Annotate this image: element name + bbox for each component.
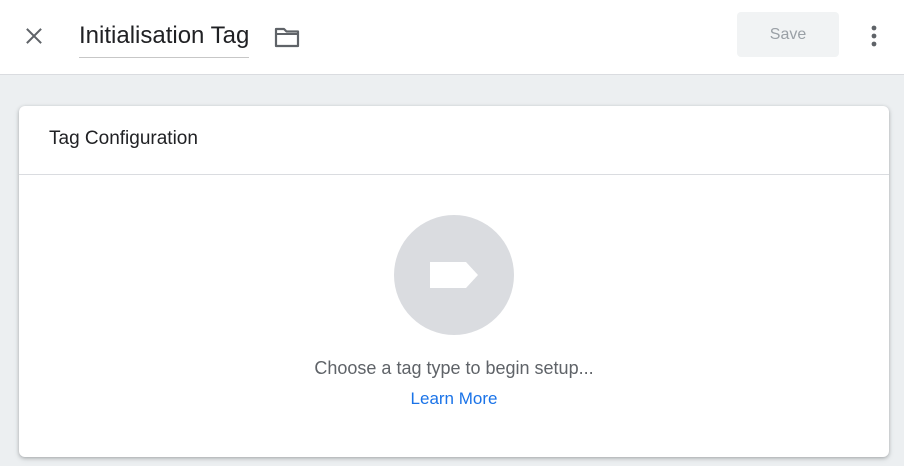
more-vert-icon: [871, 25, 877, 47]
choose-tag-type-button[interactable]: [394, 215, 514, 335]
folder-icon: [274, 27, 300, 48]
card-body[interactable]: Choose a tag type to begin setup... Lear…: [19, 175, 889, 457]
choose-tag-hint: Choose a tag type to begin setup...: [314, 358, 594, 378]
learn-more-link[interactable]: Learn More: [19, 389, 889, 409]
card-header: Tag Configuration: [19, 106, 889, 175]
tag-name-field[interactable]: Initialisation Tag: [79, 18, 250, 58]
save-button[interactable]: Save: [737, 12, 839, 57]
folder-button[interactable]: [270, 20, 304, 54]
close-button[interactable]: [14, 16, 54, 56]
card-title: Tag Configuration: [49, 128, 198, 149]
tag-icon: [430, 262, 478, 288]
close-icon: [26, 28, 42, 44]
top-bar: Initialisation Tag Save: [0, 0, 904, 75]
more-options-button[interactable]: [859, 16, 889, 56]
tag-configuration-card: Tag Configuration Choose a tag type to b…: [19, 106, 889, 457]
tag-name: Initialisation Tag: [79, 22, 250, 49]
